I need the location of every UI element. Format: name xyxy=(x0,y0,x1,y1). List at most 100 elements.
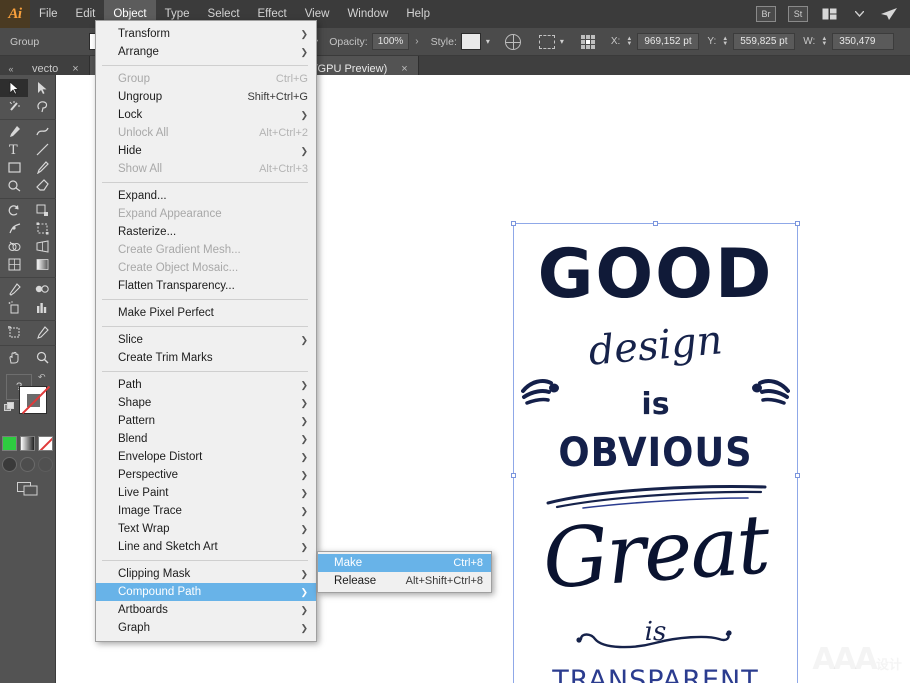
menu-item-line-and-sketch-art[interactable]: Line and Sketch Art ❯ xyxy=(96,538,316,556)
w-value[interactable]: 350,479 xyxy=(832,33,895,50)
menu-item-graph[interactable]: Graph ❯ xyxy=(96,619,316,637)
menu-item-expand[interactable]: Expand... xyxy=(96,187,316,205)
draw-inside-icon[interactable] xyxy=(38,457,53,472)
compound-path-submenu[interactable]: Make Ctrl+8 Release Alt+Shift+Ctrl+8 xyxy=(317,551,492,593)
line-segment-tool[interactable] xyxy=(28,140,56,158)
opacity-expand-icon[interactable]: › xyxy=(409,36,424,47)
menu-item-image-trace[interactable]: Image Trace ❯ xyxy=(96,502,316,520)
perspective-grid-tool[interactable] xyxy=(28,237,56,255)
menu-item-blend[interactable]: Blend ❯ xyxy=(96,430,316,448)
selection-tool[interactable] xyxy=(0,79,28,97)
chevron-down-icon[interactable] xyxy=(848,4,870,24)
w-stepper[interactable]: ▲ ▼ xyxy=(819,36,829,47)
reference-point-grid[interactable] xyxy=(580,34,595,49)
menu-item-artboards[interactable]: Artboards ❯ xyxy=(96,601,316,619)
slice-tool[interactable] xyxy=(28,323,56,341)
rectangle-tool[interactable] xyxy=(0,158,28,176)
zoom-tool[interactable] xyxy=(28,348,56,366)
object-menu-dropdown[interactable]: Transform ❯ Arrange ❯ Group Ctrl+G Ungro… xyxy=(95,20,317,642)
menu-item-ungroup[interactable]: Ungroup Shift+Ctrl+G xyxy=(96,88,316,106)
select-similar-chevron-icon[interactable]: ▾ xyxy=(555,37,569,46)
width-tool[interactable] xyxy=(0,219,28,237)
default-fill-stroke-icon[interactable] xyxy=(4,402,15,413)
menu-item-flatten-transparency[interactable]: Flatten Transparency... xyxy=(96,277,316,295)
menu-item-clipping-mask[interactable]: Clipping Mask ❯ xyxy=(96,565,316,583)
draw-behind-icon[interactable] xyxy=(20,457,35,472)
close-icon[interactable]: × xyxy=(72,63,78,75)
x-stepper[interactable]: ▲ ▼ xyxy=(624,36,634,47)
menu-item-path[interactable]: Path ❯ xyxy=(96,376,316,394)
type-tool[interactable]: T xyxy=(0,140,28,158)
x-value[interactable]: 969,152 pt xyxy=(637,33,700,50)
color-swatch-icon[interactable] xyxy=(2,436,17,451)
select-similar-icon[interactable] xyxy=(538,34,555,49)
lasso-tool[interactable] xyxy=(28,97,56,115)
menu-item-envelope-distort[interactable]: Envelope Distort ❯ xyxy=(96,448,316,466)
submenu-arrow-icon: ❯ xyxy=(300,604,308,615)
menu-item-shape[interactable]: Shape ❯ xyxy=(96,394,316,412)
pen-tool[interactable] xyxy=(0,122,28,140)
gradient-swatch-icon[interactable] xyxy=(20,436,35,451)
shaper-tool[interactable] xyxy=(0,176,28,194)
stock-icon[interactable]: St xyxy=(788,6,808,22)
menu-item-perspective[interactable]: Perspective ❯ xyxy=(96,466,316,484)
magic-wand-tool[interactable] xyxy=(0,97,28,115)
arrange-documents-icon[interactable] xyxy=(818,4,840,24)
menu-separator xyxy=(102,65,308,66)
submenu-item-make[interactable]: Make Ctrl+8 xyxy=(318,554,491,572)
style-chevron-icon[interactable]: ▾ xyxy=(481,37,495,46)
swap-fill-stroke-icon[interactable]: ↶ xyxy=(38,372,46,383)
menu-item-live-paint[interactable]: Live Paint ❯ xyxy=(96,484,316,502)
artwork-lettering[interactable]: GOOD design is OBVIOUS Great is TRANSPAR… xyxy=(515,225,796,683)
share-icon[interactable] xyxy=(878,4,900,24)
bridge-icon[interactable]: Br xyxy=(756,6,776,22)
menu-item-pattern[interactable]: Pattern ❯ xyxy=(96,412,316,430)
eyedropper-tool[interactable] xyxy=(0,280,28,298)
menu-item-rasterize[interactable]: Rasterize... xyxy=(96,223,316,241)
curvature-tool[interactable] xyxy=(28,122,56,140)
gradient-tool[interactable] xyxy=(28,255,56,273)
graphic-style-swatch[interactable] xyxy=(460,33,481,50)
menu-item-arrange[interactable]: Arrange ❯ xyxy=(96,43,316,61)
draw-normal-icon[interactable] xyxy=(2,457,17,472)
artboard-tool[interactable] xyxy=(0,323,28,341)
menu-item-text-wrap[interactable]: Text Wrap ❯ xyxy=(96,520,316,538)
mesh-tool[interactable] xyxy=(0,255,28,273)
menu-item-create-trim-marks[interactable]: Create Trim Marks xyxy=(96,349,316,367)
menu-file[interactable]: File xyxy=(30,0,67,28)
y-value[interactable]: 559,825 pt xyxy=(733,33,796,50)
change-screen-mode-icon[interactable] xyxy=(16,482,39,496)
menu-item-label: Slice xyxy=(118,334,143,346)
menu-item-label: Create Trim Marks xyxy=(118,352,213,364)
stroke-swatch[interactable] xyxy=(19,385,51,415)
submenu-item-release[interactable]: Release Alt+Shift+Ctrl+8 xyxy=(318,572,491,590)
rotate-tool[interactable] xyxy=(0,201,28,219)
recolor-artwork-icon[interactable] xyxy=(504,33,521,50)
menu-item-transform[interactable]: Transform ❯ xyxy=(96,25,316,43)
menu-item-lock[interactable]: Lock ❯ xyxy=(96,106,316,124)
y-stepper[interactable]: ▲ ▼ xyxy=(720,36,730,47)
none-swatch-icon[interactable] xyxy=(38,436,53,451)
eraser-tool[interactable] xyxy=(28,176,56,194)
menu-item-make-pixel-perfect[interactable]: Make Pixel Perfect xyxy=(96,304,316,322)
menu-window[interactable]: Window xyxy=(338,0,397,28)
menu-item-label: Rasterize... xyxy=(118,226,177,238)
column-graph-tool[interactable] xyxy=(28,298,56,316)
menu-item-compound-path[interactable]: Compound Path ❯ xyxy=(96,583,316,601)
blend-tool[interactable] xyxy=(28,280,56,298)
watermark: AAA设计 xyxy=(812,642,902,677)
scale-tool[interactable] xyxy=(28,201,56,219)
submenu-arrow-icon: ❯ xyxy=(300,145,308,156)
menu-item-label: Artboards xyxy=(118,604,168,616)
menu-help[interactable]: Help xyxy=(397,0,439,28)
hand-tool[interactable] xyxy=(0,348,28,366)
symbol-sprayer-tool[interactable] xyxy=(0,298,28,316)
opacity-value[interactable]: 100% xyxy=(371,33,410,50)
paintbrush-tool[interactable] xyxy=(28,158,56,176)
close-icon[interactable]: × xyxy=(401,63,407,75)
shape-builder-tool[interactable] xyxy=(0,237,28,255)
direct-selection-tool[interactable] xyxy=(28,79,56,97)
free-transform-tool[interactable] xyxy=(28,219,56,237)
menu-item-hide[interactable]: Hide ❯ xyxy=(96,142,316,160)
menu-item-slice[interactable]: Slice ❯ xyxy=(96,331,316,349)
